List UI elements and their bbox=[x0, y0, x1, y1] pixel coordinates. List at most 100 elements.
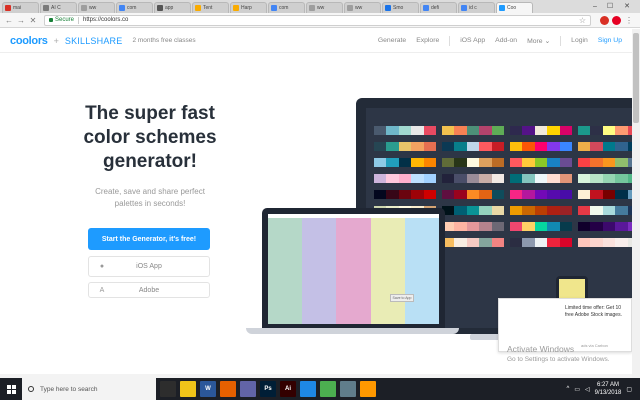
tab-favicon-icon bbox=[347, 5, 353, 11]
browser-toolbar: ← → ✕ Secure https://coolors.co ☆ ⋮ bbox=[0, 13, 640, 28]
browser-tab[interactable]: defi bbox=[420, 2, 457, 13]
nav-sign-up[interactable]: Sign Up bbox=[598, 37, 622, 44]
minimize-icon[interactable]: – bbox=[588, 0, 602, 12]
promo-text[interactable]: 2 months free classes bbox=[132, 37, 195, 44]
stop-icon[interactable]: ✕ bbox=[28, 16, 38, 25]
start-generator-button[interactable]: Start the Generator, it's free! bbox=[88, 228, 210, 250]
photoshop-icon[interactable]: Ps bbox=[260, 381, 276, 397]
task-view-icon[interactable] bbox=[160, 381, 176, 397]
laptop-palette bbox=[268, 214, 440, 324]
page-scrollbar[interactable] bbox=[632, 29, 640, 378]
coolors-logo[interactable]: coolors bbox=[10, 35, 48, 47]
palette-swatch bbox=[559, 222, 573, 231]
chrome-icon[interactable] bbox=[320, 381, 336, 397]
palette-row bbox=[510, 126, 573, 135]
tab-label: ww bbox=[89, 5, 97, 11]
browser-tab[interactable]: Smo bbox=[382, 2, 419, 13]
palette-swatch bbox=[559, 142, 573, 151]
scrollbar-thumb[interactable] bbox=[633, 33, 639, 123]
close-window-icon[interactable]: ✕ bbox=[620, 0, 634, 12]
chrome-menu-icon[interactable]: ⋮ bbox=[624, 16, 634, 25]
forward-icon[interactable]: → bbox=[16, 16, 26, 25]
address-bar[interactable]: Secure https://coolors.co ☆ bbox=[44, 14, 591, 26]
palette-swatch bbox=[547, 174, 560, 183]
tray-chevron-icon[interactable]: ^ bbox=[567, 386, 570, 392]
illustrator-icon[interactable]: Ai bbox=[280, 381, 296, 397]
network-icon[interactable]: ▭ bbox=[574, 386, 580, 393]
palette-swatch bbox=[590, 174, 603, 183]
browser-tab[interactable]: mai bbox=[2, 2, 39, 13]
palette-swatch bbox=[547, 158, 560, 167]
palette-swatch bbox=[615, 190, 628, 199]
palette-swatch bbox=[374, 158, 387, 167]
palette-swatch bbox=[590, 190, 603, 199]
laptop-swatch bbox=[404, 218, 440, 324]
file-explorer-icon[interactable] bbox=[180, 381, 196, 397]
extension-icon-1[interactable] bbox=[600, 15, 609, 25]
browser-tab[interactable]: Tent bbox=[192, 2, 229, 13]
palette-swatch bbox=[534, 222, 548, 231]
main-nav: Generate Explore iOS App Add-on More ⌄ L… bbox=[368, 35, 622, 46]
palette-swatch bbox=[466, 158, 480, 167]
app-icon-2[interactable] bbox=[300, 381, 316, 397]
tab-favicon-icon bbox=[309, 5, 315, 11]
palette-swatch bbox=[442, 190, 455, 199]
tab-label: Harp bbox=[241, 5, 252, 11]
browser-tab[interactable]: Coo bbox=[496, 2, 533, 13]
browser-tab[interactable]: ww bbox=[78, 2, 115, 13]
palette-swatch bbox=[466, 206, 480, 215]
nav-divider bbox=[449, 35, 451, 46]
word-icon[interactable]: W bbox=[200, 381, 216, 397]
palette-row bbox=[510, 238, 573, 247]
browser-tab[interactable]: app bbox=[154, 2, 191, 13]
firefox-icon[interactable] bbox=[220, 381, 236, 397]
nav-add-on[interactable]: Add-on bbox=[495, 37, 517, 44]
ad-text[interactable]: Limited time offer: Get 10 free Adobe St… bbox=[565, 305, 627, 319]
palette-swatch bbox=[374, 190, 387, 199]
palette-swatch bbox=[522, 238, 535, 247]
palette-swatch bbox=[602, 174, 616, 183]
adobe-button[interactable]: A Adobe bbox=[88, 282, 210, 298]
secure-indicator[interactable]: Secure bbox=[49, 17, 74, 23]
notifications-icon[interactable]: ▢ bbox=[626, 386, 632, 393]
pinterest-extension-icon[interactable] bbox=[612, 15, 621, 25]
bookmark-star-icon[interactable]: ☆ bbox=[579, 16, 586, 25]
browser-tab[interactable]: ww bbox=[344, 2, 381, 13]
app-icon-3[interactable] bbox=[340, 381, 356, 397]
nav-more[interactable]: More ⌄ bbox=[527, 37, 550, 45]
palette-swatch bbox=[466, 190, 480, 199]
maximize-icon[interactable]: ☐ bbox=[603, 0, 617, 12]
tab-label: defi bbox=[431, 5, 440, 11]
palette-swatch bbox=[442, 142, 455, 151]
browser-tab[interactable]: ww bbox=[306, 2, 343, 13]
app-icon[interactable] bbox=[240, 381, 256, 397]
browser-tab[interactable]: AI C bbox=[40, 2, 77, 13]
palette-swatch bbox=[522, 222, 535, 231]
palette-swatch bbox=[423, 174, 437, 183]
back-icon[interactable]: ← bbox=[4, 16, 14, 25]
start-button[interactable] bbox=[0, 378, 22, 400]
palette-swatch bbox=[423, 126, 437, 135]
tab-label: AI C bbox=[51, 5, 61, 11]
browser-tab[interactable]: Harp bbox=[230, 2, 267, 13]
app-icon-4[interactable] bbox=[360, 381, 376, 397]
browser-tab[interactable]: com bbox=[116, 2, 153, 13]
laptop-illustration: Save to App bbox=[262, 208, 445, 328]
palette-swatch bbox=[559, 206, 573, 215]
palette-swatch bbox=[602, 126, 616, 135]
ios-app-button[interactable]: ● iOS App bbox=[88, 256, 210, 277]
nav-explore[interactable]: Explore bbox=[416, 37, 439, 44]
browser-tab[interactable]: id c bbox=[458, 2, 495, 13]
nav-generate[interactable]: Generate bbox=[378, 37, 406, 44]
nav-login[interactable]: Login bbox=[571, 37, 588, 44]
clock[interactable]: 6:27 AM 9/13/2018 bbox=[595, 381, 622, 397]
taskbar-search-box[interactable]: Type here to search bbox=[22, 378, 156, 400]
volume-icon[interactable]: ◁ bbox=[585, 386, 590, 393]
palette-swatch bbox=[374, 142, 387, 151]
browser-tab[interactable]: com bbox=[268, 2, 305, 13]
palette-swatch bbox=[479, 126, 492, 135]
palette-swatch bbox=[559, 174, 573, 183]
nav-ios-app[interactable]: iOS App bbox=[460, 37, 485, 44]
skillshare-logo[interactable]: SKILLSHARE bbox=[65, 36, 123, 46]
palette-swatch bbox=[522, 142, 535, 151]
